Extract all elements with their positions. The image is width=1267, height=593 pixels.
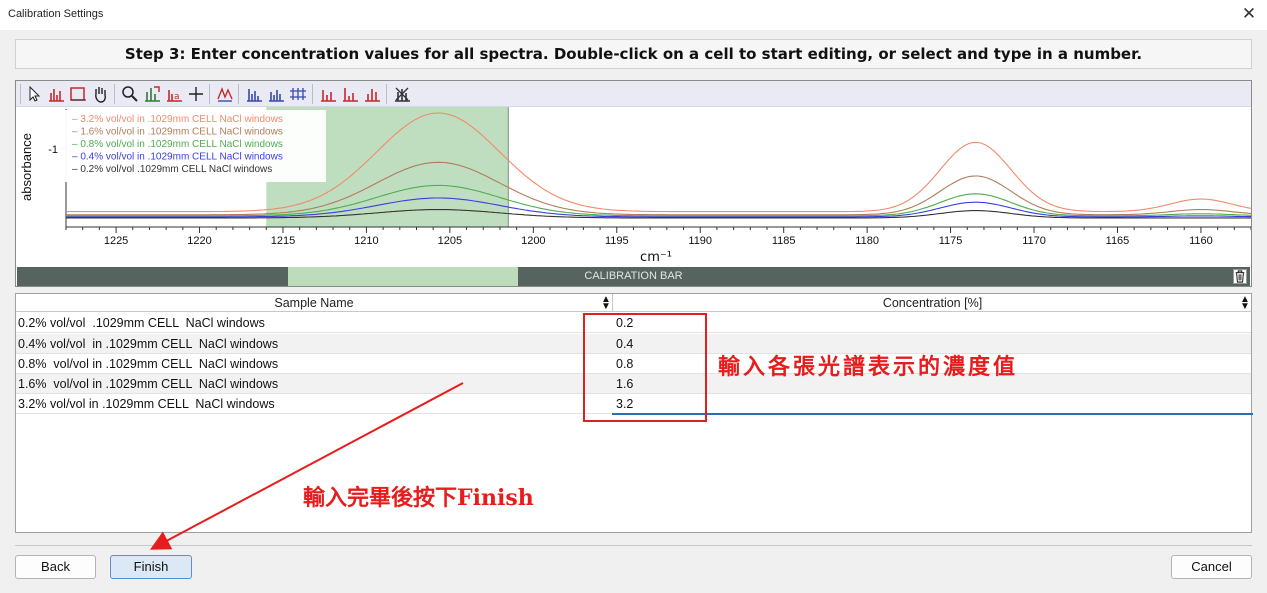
annotation-arrow	[149, 382, 464, 550]
